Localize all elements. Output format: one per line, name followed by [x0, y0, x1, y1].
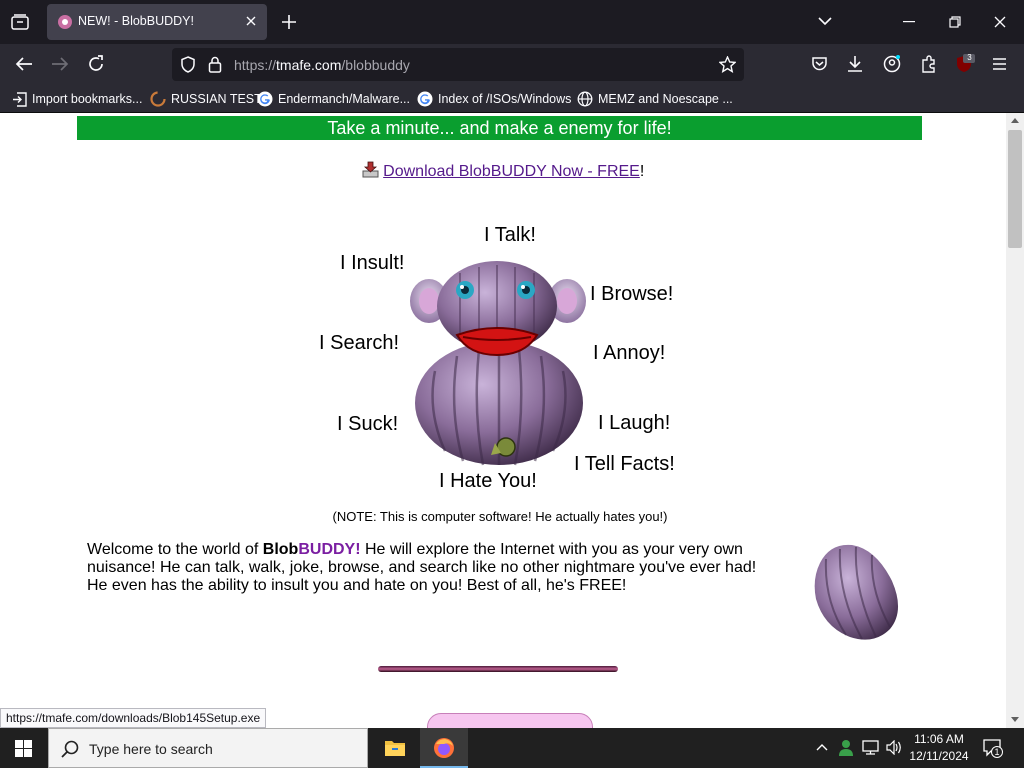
pink-button[interactable]: [427, 713, 593, 728]
notification-icon[interactable]: 1: [983, 739, 1003, 758]
bookmark-memz[interactable]: MEMZ and Noescape ...: [577, 90, 733, 108]
word-laugh: I Laugh!: [598, 412, 671, 434]
hamburger-menu-icon[interactable]: [992, 57, 1007, 71]
decorative-divider: [378, 666, 618, 672]
link-status-tooltip: https://tmafe.com/downloads/Blob145Setup…: [0, 708, 267, 728]
tab-blobbuddy[interactable]: NEW! - BlobBUDDY!: [47, 4, 267, 40]
url-host: tmafe.com: [276, 57, 342, 73]
notification-count: 1: [991, 746, 1003, 758]
bookmark-isos[interactable]: Index of /ISOs/Windows: [417, 90, 571, 108]
bookmark-label: Import bookmarks...: [32, 92, 143, 106]
import-icon: [12, 91, 27, 107]
globe-icon: [577, 91, 593, 107]
google-icon: [417, 91, 433, 107]
tab-title: NEW! - BlobBUDDY!: [78, 14, 194, 28]
welcome-prefix: Welcome to the world of: [87, 541, 263, 558]
site-icon: [150, 91, 166, 107]
bookmark-label: RUSSIAN TEST: [171, 92, 262, 106]
close-tab-icon[interactable]: [245, 15, 257, 27]
taskbar-search-box[interactable]: Type here to search: [48, 728, 368, 768]
show-hidden-icons-icon[interactable]: [816, 743, 828, 751]
word-insult: I Insult!: [340, 252, 405, 274]
url-scheme: https://: [234, 57, 277, 73]
clock-time[interactable]: 11:06 AM: [899, 732, 979, 746]
bookmark-label: MEMZ and Noescape ...: [598, 92, 733, 106]
google-icon: [257, 91, 273, 107]
scrollbar-thumb[interactable]: [1008, 130, 1022, 248]
pocket-icon[interactable]: [811, 56, 828, 72]
search-icon: [61, 740, 79, 758]
welcome-buddy: BUDDY!: [298, 541, 361, 558]
chevron-down-icon[interactable]: [818, 16, 832, 26]
firefox-icon: [433, 737, 455, 759]
windows-start-icon[interactable]: [15, 740, 32, 757]
account-icon[interactable]: [883, 55, 901, 73]
small-blob-image: [814, 544, 899, 640]
page-scrollbar[interactable]: [1006, 113, 1024, 728]
forward-icon[interactable]: [51, 56, 69, 72]
navigation-toolbar: https://tmafe.com/blobbuddy 3: [0, 44, 1024, 85]
network-icon[interactable]: [862, 740, 879, 755]
scroll-up-icon[interactable]: [1011, 117, 1019, 123]
minimize-icon[interactable]: [903, 21, 915, 23]
ublock-origin-icon[interactable]: 3: [955, 53, 975, 74]
search-placeholder: Type here to search: [89, 741, 213, 757]
word-hate: I Hate You!: [439, 470, 537, 492]
windows-taskbar: Type here to search 11:06 AM 12/11/2024 …: [0, 728, 1024, 768]
extensions-icon[interactable]: [920, 55, 937, 73]
shield-icon[interactable]: [180, 56, 196, 73]
word-talk: I Talk!: [484, 224, 536, 246]
reload-icon[interactable]: [87, 55, 105, 73]
word-suck: I Suck!: [337, 413, 399, 435]
bookmark-label: Index of /ISOs/Windows: [438, 92, 572, 106]
banner-tagline: Take a minute... and make a enemy for li…: [77, 116, 922, 140]
download-exclaim: !: [639, 163, 645, 180]
download-icon[interactable]: [362, 161, 379, 178]
bookmark-russian-test[interactable]: RUSSIAN TEST: [150, 90, 262, 108]
welcome-blob: Blob: [262, 541, 299, 558]
file-explorer-icon[interactable]: [384, 738, 406, 757]
new-tab-icon[interactable]: [282, 15, 296, 29]
download-section: Download BlobBUDDY Now - FREE!: [0, 161, 1006, 181]
disclaimer-note: (NOTE: This is computer software! He act…: [332, 509, 668, 524]
word-search: I Search!: [319, 332, 400, 354]
bookmark-star-icon[interactable]: [719, 56, 736, 73]
bookmark-import[interactable]: Import bookmarks...: [12, 90, 142, 108]
url-text[interactable]: https://tmafe.com/blobbuddy: [234, 57, 410, 73]
download-link[interactable]: Download BlobBUDDY Now - FREE: [383, 163, 640, 180]
bookmarks-toolbar: Import bookmarks... RUSSIAN TEST Enderma…: [0, 85, 1024, 113]
ublock-badge-count: 3: [967, 53, 972, 62]
clock-date[interactable]: 12/11/2024: [899, 749, 979, 763]
bookmark-endermanch[interactable]: Endermanch/Malware...: [257, 90, 410, 108]
word-annoy: I Annoy!: [593, 342, 666, 364]
url-bar[interactable]: https://tmafe.com/blobbuddy: [172, 48, 744, 81]
favicon-icon: [57, 14, 73, 30]
downloads-icon[interactable]: [847, 55, 863, 73]
url-path: /blobbuddy: [341, 57, 410, 73]
word-browse: I Browse!: [590, 283, 674, 305]
back-icon[interactable]: [15, 56, 33, 72]
firefox-taskbar-button[interactable]: [420, 728, 468, 768]
people-icon[interactable]: [838, 739, 854, 756]
list-all-tabs-icon[interactable]: [11, 14, 29, 30]
tab-bar: NEW! - BlobBUDDY!: [0, 0, 1024, 44]
web-page-content: Take a minute... and make a enemy for li…: [0, 113, 1006, 728]
welcome-paragraph: Welcome to the world of BlobBUDDY! He wi…: [87, 541, 777, 595]
bookmark-label: Endermanch/Malware...: [278, 92, 411, 106]
blobbuddy-mascot-image: [410, 261, 586, 466]
scroll-down-icon[interactable]: [1011, 717, 1019, 723]
lock-icon[interactable]: [208, 56, 222, 73]
restore-icon[interactable]: [949, 16, 961, 28]
close-window-icon[interactable]: [994, 16, 1006, 28]
